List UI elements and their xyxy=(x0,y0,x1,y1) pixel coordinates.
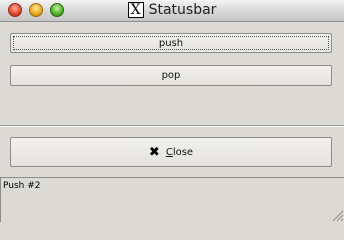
close-button-label: Close xyxy=(166,147,193,158)
push-button[interactable]: push xyxy=(10,33,332,53)
status-bar: Push #2 xyxy=(0,177,344,222)
close-button[interactable]: ✖ Close xyxy=(10,137,332,167)
window-title: Statusbar xyxy=(148,2,217,18)
title-container: X Statusbar xyxy=(0,2,344,18)
close-x-icon: ✖ xyxy=(148,144,160,160)
resize-grip-icon[interactable] xyxy=(330,208,344,222)
pop-button[interactable]: pop xyxy=(10,65,332,86)
app-window: X Statusbar push pop ✖ Close Push #2 xyxy=(0,0,344,222)
title-bar[interactable]: X Statusbar xyxy=(0,0,344,22)
horizontal-separator xyxy=(0,125,344,127)
pop-button-label: pop xyxy=(161,70,181,81)
focus-ring xyxy=(13,36,329,50)
close-label-rest: lose xyxy=(172,146,194,158)
close-mnemonic: C xyxy=(165,146,173,158)
status-text: Push #2 xyxy=(3,181,41,191)
x11-icon: X xyxy=(127,2,144,18)
